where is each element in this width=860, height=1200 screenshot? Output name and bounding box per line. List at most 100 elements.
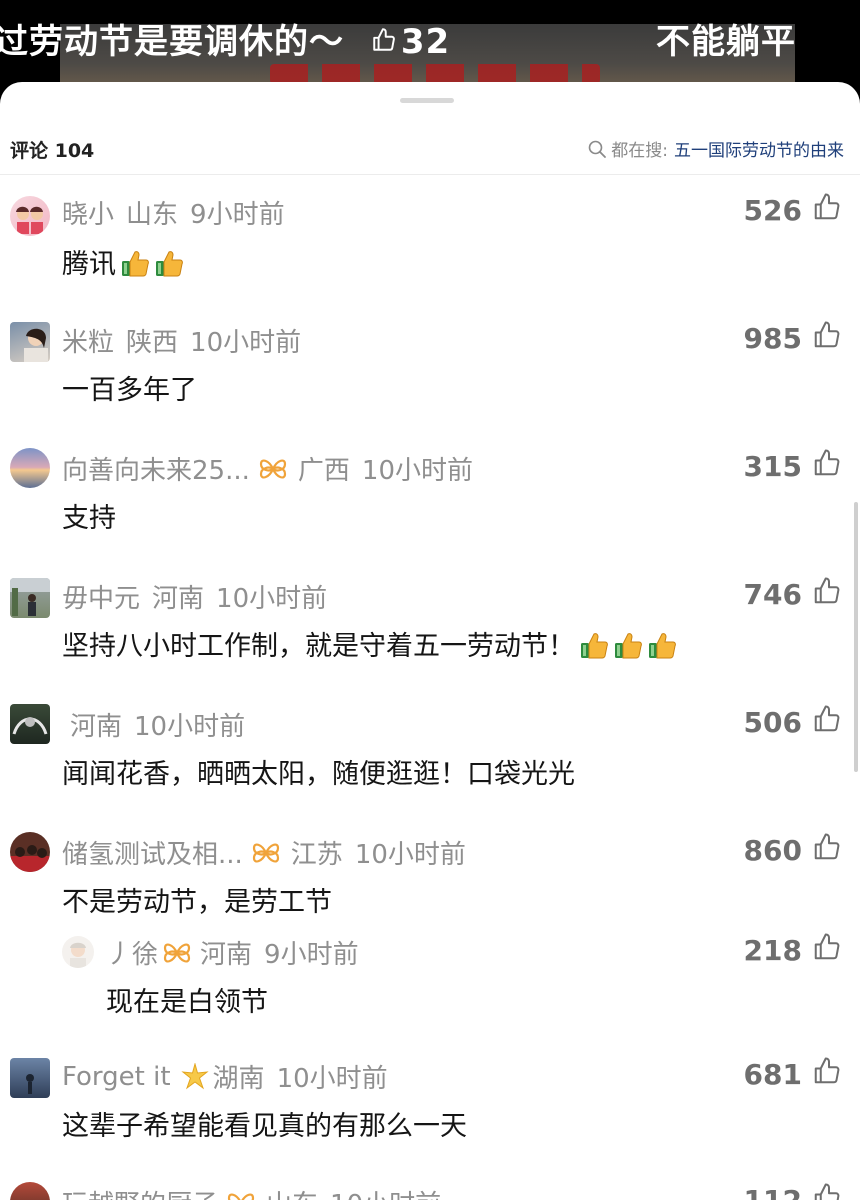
comment-like-count: 746 xyxy=(743,578,802,611)
comment-like-count: 315 xyxy=(743,450,802,483)
thumbs-up-outline-icon xyxy=(802,320,842,357)
comment-text: 闻闻花香，晒晒太阳，随便逛逛！口袋光光 xyxy=(62,759,575,790)
thumbs-up-outline-icon xyxy=(802,932,842,969)
avatar[interactable] xyxy=(10,832,50,872)
comment-like-count: 506 xyxy=(743,706,802,739)
comment-meta: 玩越野的厨子 山东 10小时前 xyxy=(62,1184,441,1200)
comment-meta: 河南 10小时前 xyxy=(70,706,245,743)
comment-location: 河南 xyxy=(152,584,205,614)
fan-badge-icon xyxy=(162,940,192,966)
comment-like-button[interactable]: 860 xyxy=(744,832,842,869)
comment-count: 评论 104 xyxy=(10,140,95,162)
comment-location: 河南 xyxy=(70,712,123,742)
comment-text: 一百多年了 xyxy=(62,375,197,406)
thumbs-up-outline-icon xyxy=(802,192,842,229)
thumbs-up-outline-icon xyxy=(802,1182,842,1200)
comment-username[interactable]: 米粒 xyxy=(62,322,114,359)
comment-like-button[interactable]: 112 xyxy=(744,1182,842,1200)
avatar[interactable] xyxy=(10,1182,50,1200)
caption-like[interactable]: 32 xyxy=(371,22,450,62)
caption-text: 过劳动节是要调休的～ xyxy=(0,22,344,62)
comment-meta: Forget it 湖南 10小时前 xyxy=(62,1058,388,1095)
comment-like-button[interactable]: 985 xyxy=(744,320,842,357)
comment-username[interactable]: 丿徐 xyxy=(106,934,158,971)
comment-meta: 毋中元 河南 10小时前 xyxy=(62,578,327,615)
comment-username[interactable]: 玩越野的厨子 xyxy=(62,1184,218,1200)
caption-like-count: 32 xyxy=(400,22,451,62)
comment-location: 广西 xyxy=(297,456,350,486)
search-suggestion[interactable]: 都在搜: 五一国际劳动节的由来 xyxy=(587,136,844,161)
comment-text-content: 腾讯 xyxy=(62,249,116,280)
sparkle-icon xyxy=(180,1062,209,1091)
comment-time: 9小时前 xyxy=(264,940,359,970)
avatar[interactable] xyxy=(10,322,50,362)
fan-badge-icon xyxy=(258,456,288,482)
comment-time: 10小时前 xyxy=(354,840,466,870)
avatar[interactable] xyxy=(10,448,50,488)
fan-badge-icon xyxy=(251,840,281,866)
thumbs-up-emoji-icon xyxy=(154,248,184,278)
comment-text: 不是劳动节，是劳工节 xyxy=(62,887,332,918)
comment-meta: 向善向未来25... 广西 10小时前 xyxy=(62,450,473,487)
search-prefix: 都在搜: xyxy=(611,141,668,161)
avatar[interactable] xyxy=(62,936,94,968)
avatar[interactable] xyxy=(10,578,50,618)
comment-text: 坚持八小时工作制，就是守着五一劳动节！ xyxy=(62,624,677,663)
thumbs-up-outline-icon xyxy=(802,704,842,741)
comment-like-button[interactable]: 746 xyxy=(744,576,842,613)
thumbs-up-outline-icon xyxy=(802,832,842,869)
comment-username[interactable]: 晓小 xyxy=(62,194,114,231)
search-term-link[interactable]: 五一国际劳动节的由来 xyxy=(674,136,844,161)
video-background[interactable]: 过劳动节是要调休的～ 32 不能躺平 xyxy=(0,0,860,90)
comment-time: 10小时前 xyxy=(330,1184,441,1200)
thumbs-up-outline-icon xyxy=(802,576,842,613)
comment-text: 现在是白领节 xyxy=(106,987,268,1018)
thumbs-up-emoji-icon xyxy=(613,630,643,660)
comment-username[interactable]: Forget it xyxy=(62,1062,171,1092)
thumbs-up-emoji-icon xyxy=(579,630,609,660)
comment-time: 10小时前 xyxy=(134,712,246,742)
comment-location: 河南 xyxy=(200,940,253,970)
thumbs-up-outline-icon xyxy=(802,1056,842,1093)
search-icon xyxy=(587,139,611,159)
comment-like-button[interactable]: 681 xyxy=(744,1056,842,1093)
comment-time: 10小时前 xyxy=(361,456,473,486)
comment-text: 支持 xyxy=(62,503,116,534)
comment-meta: 晓小 山东 9小时前 xyxy=(62,194,285,231)
comment-location: 陕西 xyxy=(126,328,179,358)
avatar[interactable] xyxy=(10,1058,50,1098)
scrollbar[interactable] xyxy=(854,502,858,772)
thumbs-up-emoji-icon xyxy=(120,248,150,278)
video-tagline: 不能躺平 xyxy=(656,22,796,62)
comment-location: 江苏 xyxy=(290,840,343,870)
thumbs-up-outline-icon xyxy=(802,448,842,485)
fan-badge-icon xyxy=(226,1190,256,1200)
avatar[interactable] xyxy=(10,704,50,744)
comment-header: 评论 104 都在搜: 五一国际劳动节的由来 xyxy=(0,122,860,175)
comment-text-content: 坚持八小时工作制，就是守着五一劳动节！ xyxy=(62,631,575,662)
comment-like-button[interactable]: 526 xyxy=(744,192,842,229)
comment-like-count: 860 xyxy=(743,834,802,867)
comment-text: 腾讯 xyxy=(62,242,184,281)
sheet-drag-handle[interactable] xyxy=(400,98,454,103)
comment-like-count: 112 xyxy=(744,1184,802,1200)
comment-username[interactable]: 向善向未来25... xyxy=(62,450,250,487)
comment-like-button[interactable]: 315 xyxy=(744,448,842,485)
comment-meta: 储氢测试及相... 江苏 10小时前 xyxy=(62,834,466,871)
comment-like-button[interactable]: 218 xyxy=(744,932,842,969)
comment-username[interactable]: 储氢测试及相... xyxy=(62,834,243,871)
thumbs-up-emoji-icon xyxy=(647,630,677,660)
comment-time: 9小时前 xyxy=(190,200,285,230)
video-caption: 过劳动节是要调休的～ 32 xyxy=(0,14,450,63)
avatar[interactable] xyxy=(10,196,50,236)
comment-username[interactable]: 毋中元 xyxy=(62,578,140,615)
comment-time: 10小时前 xyxy=(276,1064,388,1094)
comment-text: 这辈子希望能看见真的有那么一天 xyxy=(62,1111,467,1142)
comment-like-button[interactable]: 506 xyxy=(744,704,842,741)
comment-location: 山东 xyxy=(126,200,179,230)
comment-time: 10小时前 xyxy=(190,328,302,358)
thumbs-up-icon xyxy=(371,22,401,62)
comment-sheet: 评论 104 都在搜: 五一国际劳动节的由来 晓小 山东 9小时前 腾讯 526 xyxy=(0,82,860,1200)
comment-like-count: 526 xyxy=(743,194,802,227)
comment-like-count: 985 xyxy=(743,322,802,355)
